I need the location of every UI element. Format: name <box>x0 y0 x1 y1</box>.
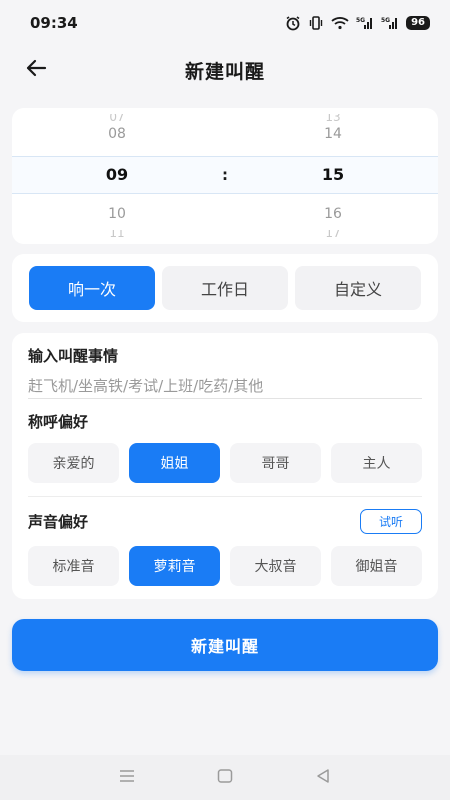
system-nav-bar <box>0 755 450 800</box>
page-title: 新建叫醒 <box>184 60 265 83</box>
svg-text:5G: 5G <box>356 17 365 24</box>
hour-below: 10 <box>108 206 126 222</box>
status-bar: 09:34 5G 5G 96 <box>0 0 450 46</box>
hour-above: 08 <box>108 126 126 142</box>
status-icons: 5G 5G 96 <box>285 15 430 31</box>
salutation-option[interactable]: 亲爱的 <box>28 443 119 483</box>
time-separator: : <box>222 166 228 184</box>
wifi-icon <box>331 16 349 30</box>
hour-far-above: 07 <box>109 114 125 122</box>
alarm-icon <box>285 15 301 31</box>
repeat-once-tab[interactable]: 响一次 <box>29 266 155 310</box>
wake-up-form: 输入叫醒事情 称呼偏好 亲爱的 姐姐 哥哥 主人 声音偏好 试听 标准音 萝莉音… <box>12 333 438 599</box>
salutation-option[interactable]: 主人 <box>331 443 422 483</box>
minute-above: 14 <box>324 126 342 142</box>
minute-far-above: 13 <box>325 114 341 122</box>
svg-text:5G: 5G <box>381 17 390 24</box>
time-picker[interactable]: 07 08 09 10 11 : 13 14 15 16 17 <box>12 108 438 244</box>
minute-far-below: 17 <box>325 230 341 238</box>
battery-icon: 96 <box>406 16 430 30</box>
back-button[interactable] <box>22 56 50 84</box>
voice-option-selected[interactable]: 萝莉音 <box>129 546 220 586</box>
home-square-icon <box>217 768 233 788</box>
salutation-option[interactable]: 哥哥 <box>230 443 321 483</box>
salutation-label: 称呼偏好 <box>28 413 89 431</box>
voice-option[interactable]: 大叔音 <box>230 546 321 586</box>
signal-5g-icon: 5G <box>381 16 399 30</box>
repeat-custom-tab[interactable]: 自定义 <box>295 266 421 310</box>
salutation-option-selected[interactable]: 姐姐 <box>129 443 220 483</box>
voice-label: 声音偏好 <box>28 513 89 531</box>
nav-menu-button[interactable] <box>117 768 137 788</box>
vibrate-icon <box>308 15 324 31</box>
back-triangle-icon <box>315 768 331 788</box>
arrow-left-icon <box>24 56 48 84</box>
voice-option[interactable]: 标准音 <box>28 546 119 586</box>
voice-options: 标准音 萝莉音 大叔音 御姐音 <box>28 546 422 586</box>
repeat-workday-tab[interactable]: 工作日 <box>162 266 288 310</box>
minute-selected: 15 <box>321 165 345 184</box>
signal-5g-icon: 5G <box>356 16 374 30</box>
minute-below: 16 <box>324 206 342 222</box>
hour-selected: 09 <box>105 165 129 184</box>
event-label: 输入叫醒事情 <box>28 347 119 365</box>
create-wake-up-button[interactable]: 新建叫醒 <box>12 619 438 671</box>
nav-home-button[interactable] <box>215 768 235 788</box>
divider <box>28 496 422 497</box>
menu-icon <box>119 768 135 787</box>
listen-button[interactable]: 试听 <box>360 509 422 534</box>
status-time: 09:34 <box>30 14 78 32</box>
salutation-options: 亲爱的 姐姐 哥哥 主人 <box>28 443 422 483</box>
nav-back-button[interactable] <box>313 768 333 788</box>
hour-far-below: 11 <box>109 230 125 238</box>
event-input[interactable] <box>28 373 422 399</box>
voice-option[interactable]: 御姐音 <box>331 546 422 586</box>
header: 新建叫醒 <box>0 46 450 94</box>
repeat-options: 响一次 工作日 自定义 <box>12 254 438 322</box>
